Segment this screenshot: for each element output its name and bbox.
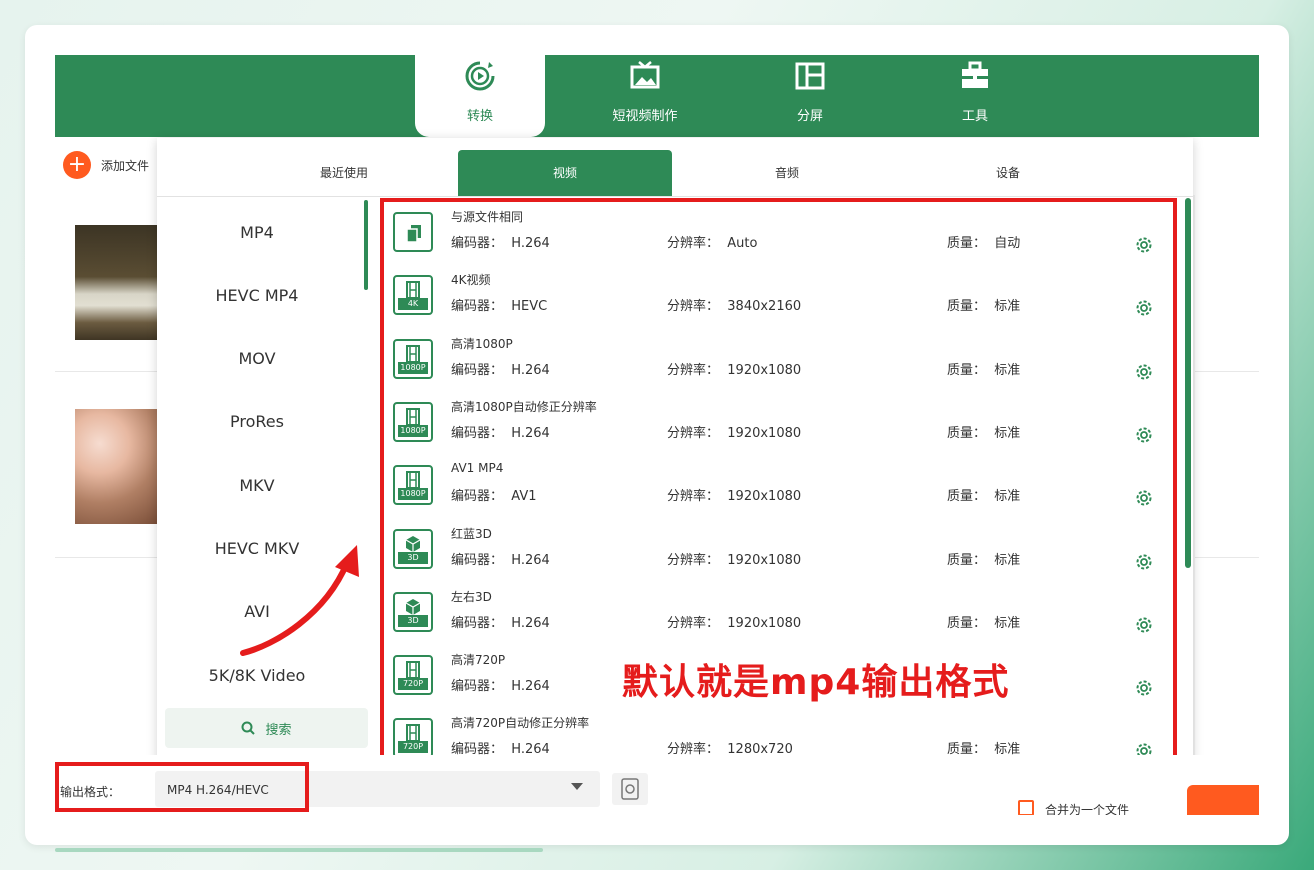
- tab-recent[interactable]: 最近使用: [237, 150, 451, 196]
- nav-label-short-video: 短视频制作: [612, 109, 678, 124]
- format-item[interactable]: MKV: [157, 476, 357, 495]
- nav-label-convert: 转换: [466, 109, 493, 124]
- annotation-text: 默认就是mp4输出格式: [622, 662, 1010, 703]
- format-list: MP4 HEVC MP4 MOV ProRes MKV HEVC MKV AVI…: [157, 198, 363, 768]
- short-video-icon: [630, 61, 660, 89]
- app-window: 转换 短视频制作 分屏 工具 + 添加文件 最近使用 视频 音频 设备 MP4 …: [55, 55, 1259, 815]
- annotation-arrow: [240, 545, 359, 656]
- tab-video[interactable]: 视频: [458, 150, 672, 196]
- search-label: 搜索: [265, 722, 292, 738]
- nav-item-tools[interactable]: 工具: [910, 55, 1040, 137]
- nav-label-tools: 工具: [961, 109, 988, 124]
- settings-icon: [621, 778, 639, 800]
- video-thumbnail[interactable]: [75, 409, 157, 524]
- top-nav-bar: 转换 短视频制作 分屏 工具: [55, 55, 1259, 137]
- nav-item-split-screen[interactable]: 分屏: [745, 55, 875, 137]
- nav-item-convert[interactable]: 转换: [415, 55, 545, 137]
- scroll-indicator: [55, 848, 543, 852]
- annotation-highlight-output: [55, 762, 309, 812]
- search-button[interactable]: 搜索: [165, 708, 368, 748]
- format-item[interactable]: MOV: [157, 349, 357, 368]
- convert-all-button[interactable]: [1187, 785, 1259, 815]
- preset-list-scrollbar[interactable]: [1185, 198, 1191, 568]
- tab-device[interactable]: 设备: [901, 150, 1115, 196]
- convert-icon: [465, 61, 495, 91]
- list-edge: [1193, 195, 1195, 755]
- format-item[interactable]: HEVC MP4: [157, 286, 357, 305]
- plus-icon: +: [63, 151, 91, 179]
- split-screen-icon: [795, 62, 825, 90]
- merge-checkbox[interactable]: [1018, 800, 1034, 815]
- nav-label-split-screen: 分屏: [796, 109, 823, 124]
- merge-label: 合并为一个文件: [1045, 803, 1130, 815]
- add-file-label: 添加文件: [101, 158, 150, 173]
- add-file-button[interactable]: + 添加文件: [63, 151, 149, 179]
- nav-item-short-video[interactable]: 短视频制作: [580, 55, 710, 137]
- output-settings-button[interactable]: [612, 773, 648, 805]
- tab-audio[interactable]: 音频: [680, 150, 894, 196]
- video-thumbnail[interactable]: [75, 225, 157, 340]
- search-icon: [241, 721, 256, 735]
- format-item[interactable]: MP4: [157, 223, 357, 242]
- format-tabs: 最近使用 视频 音频 设备: [157, 138, 1193, 197]
- format-item[interactable]: 5K/8K Video: [157, 666, 357, 685]
- dropdown-arrow-icon[interactable]: [571, 783, 583, 790]
- format-list-scrollbar[interactable]: [364, 200, 368, 290]
- format-item[interactable]: ProRes: [157, 412, 357, 431]
- toolbox-icon: [962, 61, 988, 88]
